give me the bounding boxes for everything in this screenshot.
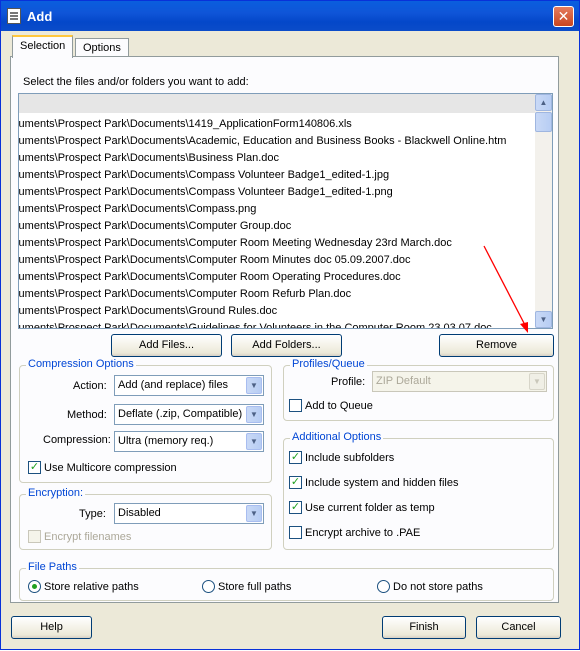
file-path-text: Documents\Prospect Park\Documents\Academ… — [19, 135, 507, 147]
file-path-text: Documents\Prospect Park\Documents\Comput… — [19, 237, 452, 249]
cancel-button[interactable]: Cancel — [476, 616, 561, 639]
file-path-text: Documents\Prospect Park\Documents\Comput… — [19, 220, 292, 232]
chevron-down-icon[interactable]: ▼ — [246, 377, 262, 394]
instruction-label: Select the files and/or folders you want… — [23, 76, 249, 88]
list-item[interactable]: Documents\Prospect Park\Documents\Compas… — [19, 167, 536, 184]
chevron-down-icon[interactable]: ▼ — [246, 505, 262, 522]
compression-options-title: Compression Options — [26, 358, 136, 370]
encrypt-filenames-checkbox[interactable] — [28, 530, 41, 543]
store-relative-paths-radio[interactable] — [28, 580, 41, 593]
encrypt-archive-checkbox[interactable] — [289, 526, 302, 539]
add-files-button[interactable]: Add Files... — [111, 334, 222, 357]
list-item[interactable]: Documents\Prospect Park\Documents\Comput… — [19, 218, 536, 235]
do-not-store-paths-label: Do not store paths — [393, 581, 483, 593]
remove-button[interactable]: Remove — [439, 334, 554, 357]
file-list[interactable]: Documents\Prospect Park\Documents\1419_A… — [18, 93, 553, 329]
list-item[interactable]: Documents\Prospect Park\Documents\Comput… — [19, 252, 536, 269]
tab-options[interactable]: Options — [75, 38, 129, 57]
tab-selection[interactable]: Selection — [12, 35, 74, 58]
file-path-text: Documents\Prospect Park\Documents\Compas… — [19, 186, 393, 198]
list-item[interactable]: Documents\Prospect Park\Documents\Busine… — [19, 150, 536, 167]
include-subfolders-label: Include subfolders — [305, 452, 395, 464]
list-item[interactable]: Documents\Prospect Park\Documents\Academ… — [19, 133, 536, 150]
store-full-paths-label: Store full paths — [218, 581, 292, 593]
encryption-title: Encryption: — [26, 487, 86, 499]
title-bar[interactable]: Add ✕ — [1, 1, 579, 31]
profile-value: ZIP Default — [376, 375, 431, 387]
file-path-text: Documents\Prospect Park\Documents\Guidel… — [19, 322, 492, 329]
add-to-queue-checkbox[interactable] — [289, 399, 302, 412]
add-to-queue-label: Add to Queue — [305, 400, 373, 412]
help-button[interactable]: Help — [11, 616, 92, 639]
list-item[interactable]: Documents\Prospect Park\Documents\Guidel… — [19, 320, 536, 329]
scroll-thumb[interactable] — [535, 112, 552, 132]
window-title: Add — [27, 9, 53, 24]
do-not-store-paths-radio[interactable] — [377, 580, 390, 593]
finish-button[interactable]: Finish — [382, 616, 466, 639]
store-full-paths-radio[interactable] — [202, 580, 215, 593]
list-item[interactable]: Documents\Prospect Park\Documents\Comput… — [19, 286, 536, 303]
vertical-scrollbar[interactable]: ▲ ▼ — [535, 94, 552, 328]
multicore-label: Use Multicore compression — [44, 462, 177, 474]
store-relative-paths-label: Store relative paths — [44, 581, 139, 593]
list-item[interactable]: Documents\Prospect Park\Documents\Compas… — [19, 201, 536, 218]
list-item[interactable]: Documents\Prospect Park\Documents\Comput… — [19, 269, 536, 286]
additional-options-title: Additional Options — [290, 431, 384, 443]
compression-label: Compression: — [43, 434, 111, 446]
add-dialog: Add ✕ Selection Options Select the files… — [0, 0, 580, 650]
list-item[interactable]: Documents\Prospect Park\Documents\Ground… — [19, 303, 536, 320]
list-item[interactable]: Documents\Prospect Park\Documents\1419_A… — [19, 116, 536, 133]
list-item[interactable]: Documents\Prospect Park\Documents\Compas… — [19, 184, 536, 201]
action-value: Add (and replace) files — [118, 379, 229, 391]
file-path-text: Documents\Prospect Park\Documents\Comput… — [19, 288, 352, 300]
include-hidden-files-label: Include system and hidden files — [305, 477, 459, 489]
method-select[interactable]: Deflate (.zip, Compatible) ▼ — [114, 404, 264, 425]
file-path-text: Documents\Prospect Park\Documents\Busine… — [19, 152, 280, 164]
close-button[interactable]: ✕ — [553, 6, 574, 27]
chevron-down-icon[interactable]: ▼ — [529, 373, 545, 390]
encryption-type-value: Disabled — [118, 507, 161, 519]
type-label: Type: — [79, 508, 106, 520]
current-folder-temp-label: Use current folder as temp — [305, 502, 435, 514]
encrypt-filenames-label: Encrypt filenames — [44, 531, 132, 543]
file-path-text: Documents\Prospect Park\Documents\1419_A… — [19, 118, 352, 130]
compression-value: Ultra (memory req.) — [118, 435, 214, 447]
include-hidden-files-checkbox[interactable]: ✓ — [289, 476, 302, 489]
file-path-text: Documents\Prospect Park\Documents\Compas… — [19, 203, 257, 215]
file-path-text: Documents\Prospect Park\Documents\Ground… — [19, 305, 278, 317]
file-path-text: Documents\Prospect Park\Documents\Comput… — [19, 254, 411, 266]
include-subfolders-checkbox[interactable]: ✓ — [289, 451, 302, 464]
method-label: Method: — [67, 409, 107, 421]
encryption-type-select[interactable]: Disabled ▼ — [114, 503, 264, 524]
chevron-down-icon[interactable]: ▼ — [246, 433, 262, 450]
profile-select[interactable]: ZIP Default ▼ — [372, 371, 547, 392]
file-path-text: Documents\Prospect Park\Documents\Compas… — [19, 169, 390, 181]
profile-label: Profile: — [331, 376, 366, 388]
list-column-header[interactable] — [19, 94, 536, 113]
current-folder-temp-checkbox[interactable]: ✓ — [289, 501, 302, 514]
file-paths-title: File Paths — [26, 561, 79, 573]
list-item[interactable]: Documents\Prospect Park\Documents\Comput… — [19, 235, 536, 252]
compression-select[interactable]: Ultra (memory req.) ▼ — [114, 431, 264, 452]
action-select[interactable]: Add (and replace) files ▼ — [114, 375, 264, 396]
file-path-text: Documents\Prospect Park\Documents\Comput… — [19, 271, 401, 283]
method-value: Deflate (.zip, Compatible) — [118, 408, 243, 420]
encrypt-archive-label: Encrypt archive to .PAE — [305, 527, 421, 539]
multicore-checkbox[interactable]: ✓ — [28, 461, 41, 474]
add-folders-button[interactable]: Add Folders... — [231, 334, 342, 357]
action-label: Action: — [73, 380, 107, 392]
chevron-down-icon[interactable]: ▼ — [246, 406, 262, 423]
scroll-down-button[interactable]: ▼ — [535, 311, 552, 328]
profiles-queue-title: Profiles/Queue — [290, 358, 367, 370]
scroll-up-button[interactable]: ▲ — [535, 94, 552, 111]
document-icon — [7, 8, 21, 24]
